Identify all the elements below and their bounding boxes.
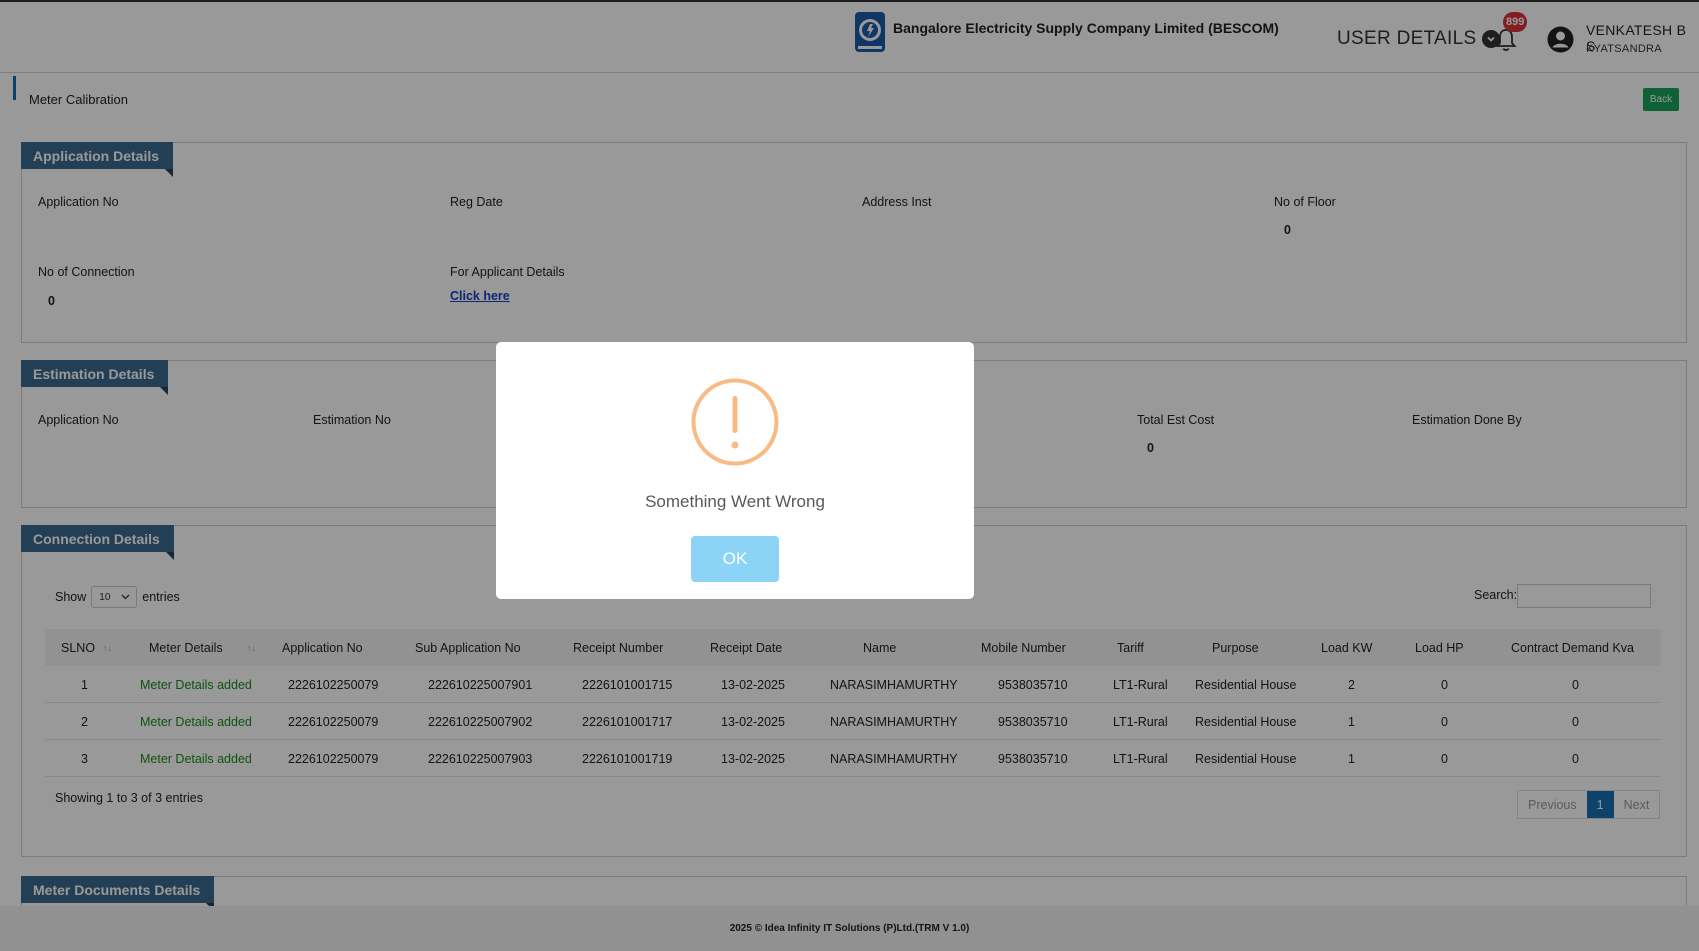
error-dialog: Something Went Wrong OK — [496, 342, 974, 599]
dialog-message: Something Went Wrong — [645, 492, 825, 511]
ok-button[interactable]: OK — [691, 536, 779, 582]
warning-icon — [691, 378, 779, 466]
